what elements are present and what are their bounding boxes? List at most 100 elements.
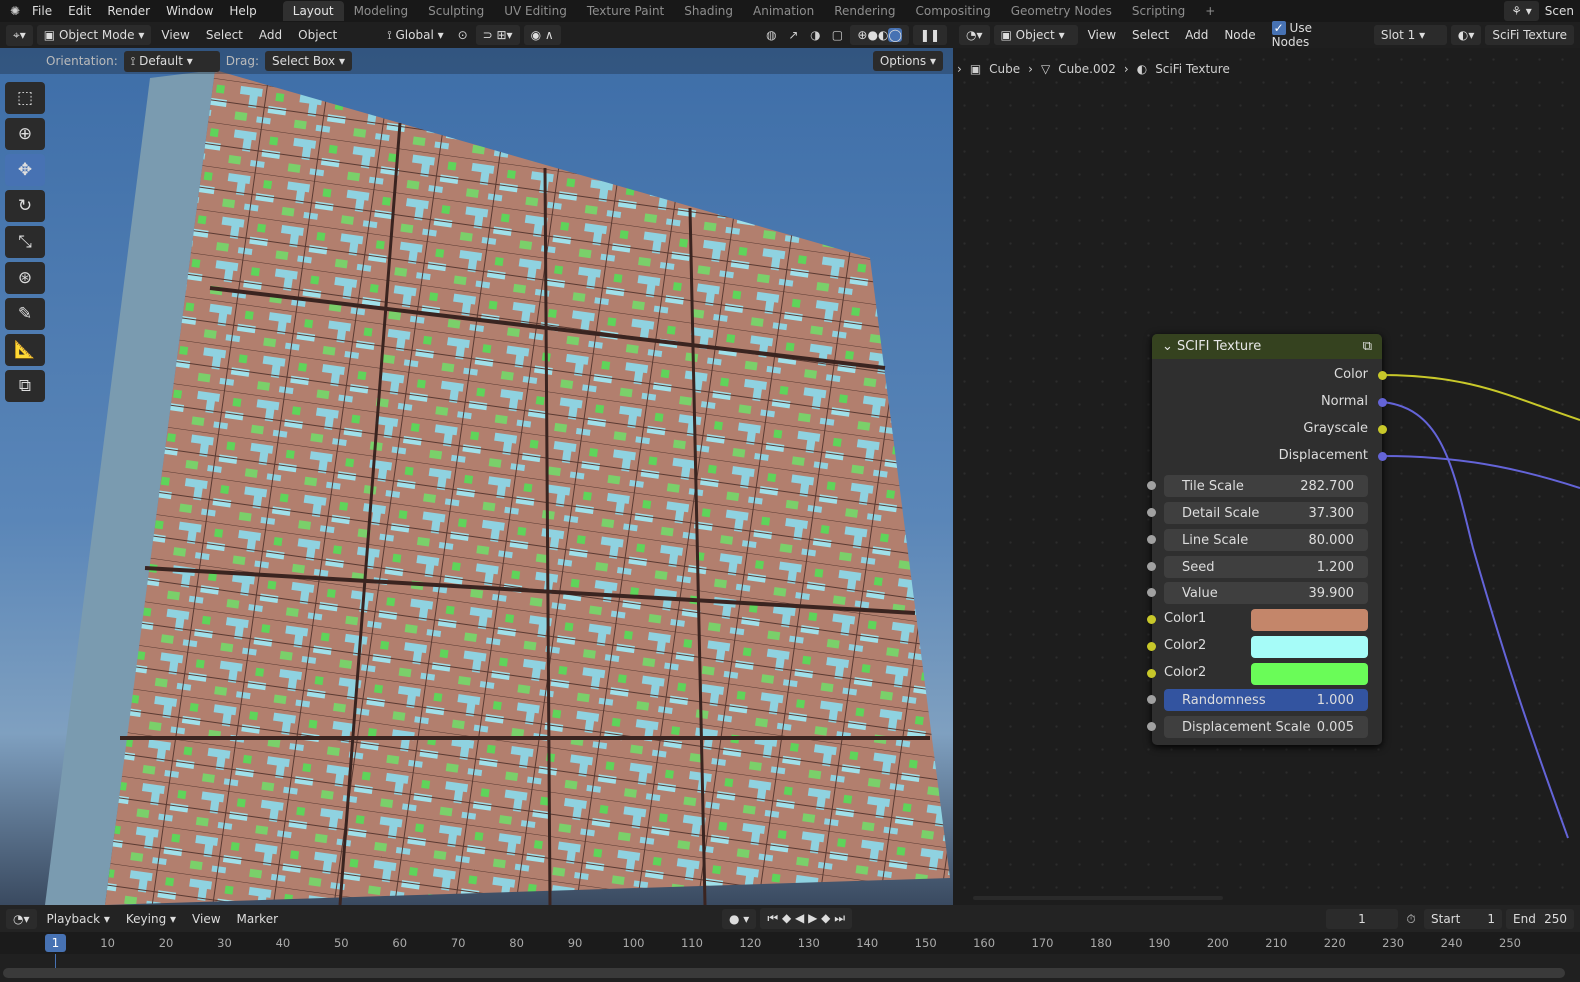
line-scale-field[interactable]: Line Scale 80.000 [1164, 529, 1368, 551]
tab-uv-editing[interactable]: UV Editing [494, 1, 577, 21]
solid-shading-icon[interactable]: ● [867, 28, 877, 42]
menu-window[interactable]: Window [158, 4, 221, 18]
transform-orientation-dropdown[interactable]: ⟟ Global ▾ [381, 25, 449, 46]
drag-dropdown[interactable]: Select Box ▾ [264, 51, 352, 71]
socket-color-out[interactable] [1378, 371, 1387, 380]
menu-object[interactable]: Object [292, 25, 343, 45]
rendered-shading-icon[interactable]: ◯ [888, 28, 902, 42]
stopwatch-icon[interactable]: ⏱ [1402, 910, 1420, 928]
socket-grayscale-out[interactable] [1378, 425, 1387, 434]
color2-swatch[interactable] [1251, 636, 1368, 658]
pause-render-icon[interactable]: ❚❚ [912, 25, 947, 45]
editor-type-icon[interactable]: ◔▾ [6, 908, 37, 929]
wireframe-shading-icon[interactable]: ⊕ [857, 28, 867, 42]
menu-keying[interactable]: Keying ▾ [120, 909, 182, 929]
play-icon[interactable]: ▶ [808, 911, 817, 925]
rotate-icon[interactable]: ↻ [5, 190, 45, 222]
socket-line-scale[interactable] [1147, 535, 1156, 544]
socket-displacement-scale[interactable] [1147, 722, 1156, 731]
material-name-field[interactable]: SciFi Texture [1485, 25, 1575, 45]
pivot-icon[interactable]: ⊙ [454, 26, 472, 44]
menu-add[interactable]: Add [253, 25, 288, 45]
gizmo-icon[interactable]: ↗ [784, 26, 802, 44]
node-header[interactable]: ⌄ SCIFI Texture ⧉ [1152, 334, 1382, 359]
editor-type-icon[interactable]: ⌖▾ [6, 24, 33, 46]
menu-render[interactable]: Render [99, 4, 158, 18]
xray-icon[interactable]: ▢ [828, 26, 846, 44]
socket-detail-scale[interactable] [1147, 508, 1156, 517]
scale-icon[interactable]: ⤡ [5, 226, 45, 258]
socket-normal-out[interactable] [1378, 398, 1387, 407]
select-box-icon[interactable]: ⬚ [5, 82, 45, 114]
randomness-field[interactable]: Randomness 1.000 [1164, 689, 1368, 711]
annotate-icon[interactable]: ✎ [5, 298, 45, 330]
menu-view[interactable]: View [186, 909, 226, 929]
3d-viewport[interactable] [0, 48, 953, 905]
jump-start-icon[interactable]: ⏮ [767, 911, 778, 925]
blender-logo-icon[interactable]: ✺ [6, 2, 24, 20]
horizontal-scrollbar[interactable] [973, 896, 1223, 900]
overlays-icon[interactable]: ◑ [806, 26, 824, 44]
current-frame-field[interactable]: 1 [1326, 908, 1398, 929]
color3-swatch[interactable] [1251, 663, 1368, 685]
detail-scale-field[interactable]: Detail Scale 37.300 [1164, 502, 1368, 524]
play-reverse-icon[interactable]: ◀ [795, 911, 804, 925]
end-frame-field[interactable]: End 250 [1506, 908, 1574, 929]
scifi-texture-node[interactable]: ⌄ SCIFI Texture ⧉ Color Normal Grayscale… [1147, 334, 1387, 745]
scene-name[interactable]: Scen [1539, 1, 1580, 21]
tab-geometry-nodes[interactable]: Geometry Nodes [1001, 1, 1122, 21]
scene-selector-icon[interactable]: ⚘ ▾ [1504, 1, 1539, 21]
color1-swatch[interactable] [1251, 609, 1368, 631]
proportional-edit-icon[interactable]: ◉ ∧ [523, 25, 561, 45]
tab-animation[interactable]: Animation [743, 1, 824, 21]
playhead[interactable]: 1 [45, 934, 66, 952]
editor-type-icon[interactable]: ◔▾ [959, 25, 990, 45]
add-cube-icon[interactable]: ⧉ [5, 370, 45, 402]
menu-node[interactable]: Node [1218, 25, 1261, 45]
menu-file[interactable]: File [24, 4, 60, 18]
socket-seed[interactable] [1147, 562, 1156, 571]
socket-color3[interactable] [1147, 669, 1156, 678]
seed-field[interactable]: Seed 1.200 [1164, 556, 1368, 578]
tab-texture-paint[interactable]: Texture Paint [577, 1, 674, 21]
menu-help[interactable]: Help [221, 4, 264, 18]
jump-end-icon[interactable]: ⏭ [834, 911, 845, 925]
shading-modes[interactable]: ⊕●◐◯ [850, 25, 909, 45]
menu-select[interactable]: Select [1126, 25, 1175, 45]
socket-displacement-out[interactable] [1378, 452, 1387, 461]
orientation-dropdown[interactable]: ⟟ Default ▾ [123, 50, 220, 72]
menu-edit[interactable]: Edit [60, 4, 99, 18]
mode-selector[interactable]: ▣ Object Mode ▾ [36, 25, 152, 45]
menu-playback[interactable]: Playback ▾ [41, 909, 116, 929]
material-browse-icon[interactable]: ◐▾ [1450, 25, 1482, 45]
tab-rendering[interactable]: Rendering [824, 1, 905, 21]
socket-color2[interactable] [1147, 642, 1156, 651]
tab-sculpting[interactable]: Sculpting [418, 1, 494, 21]
transform-icon[interactable]: ⊛ [5, 262, 45, 294]
menu-view[interactable]: View [1082, 25, 1122, 45]
shader-type-dropdown[interactable]: ▣ Object ▾ [993, 25, 1078, 45]
auto-keying-icon[interactable]: ● ▾ [722, 908, 757, 929]
tab-shading[interactable]: Shading [674, 1, 743, 21]
measure-icon[interactable]: 📐 [5, 334, 45, 366]
tab-modeling[interactable]: Modeling [344, 1, 419, 21]
collapse-chevron-icon[interactable]: ⌄ [1162, 339, 1177, 354]
cursor-icon[interactable]: ⊕ [5, 118, 45, 150]
tab-compositing[interactable]: Compositing [905, 1, 1000, 21]
options-dropdown[interactable]: Options ▾ [872, 51, 943, 71]
value-field[interactable]: Value 39.900 [1164, 582, 1368, 604]
next-keyframe-icon[interactable]: ◆ [821, 911, 830, 925]
move-icon[interactable]: ✥ [5, 154, 45, 186]
tab-scripting[interactable]: Scripting [1122, 1, 1195, 21]
snap-icon[interactable]: ⊃ ⊞▾ [475, 25, 520, 45]
socket-tile-scale[interactable] [1147, 481, 1156, 490]
menu-select[interactable]: Select [200, 25, 249, 45]
socket-value[interactable] [1147, 588, 1156, 597]
timeline-scrollbar[interactable] [3, 968, 1565, 978]
node-group-icon[interactable]: ⧉ [1363, 339, 1372, 354]
socket-randomness[interactable] [1147, 695, 1156, 704]
prev-keyframe-icon[interactable]: ◆ [782, 911, 791, 925]
displacement-scale-field[interactable]: Displacement Scale 0.005 [1164, 716, 1368, 738]
socket-color1[interactable] [1147, 615, 1156, 624]
start-frame-field[interactable]: Start 1 [1424, 908, 1502, 929]
